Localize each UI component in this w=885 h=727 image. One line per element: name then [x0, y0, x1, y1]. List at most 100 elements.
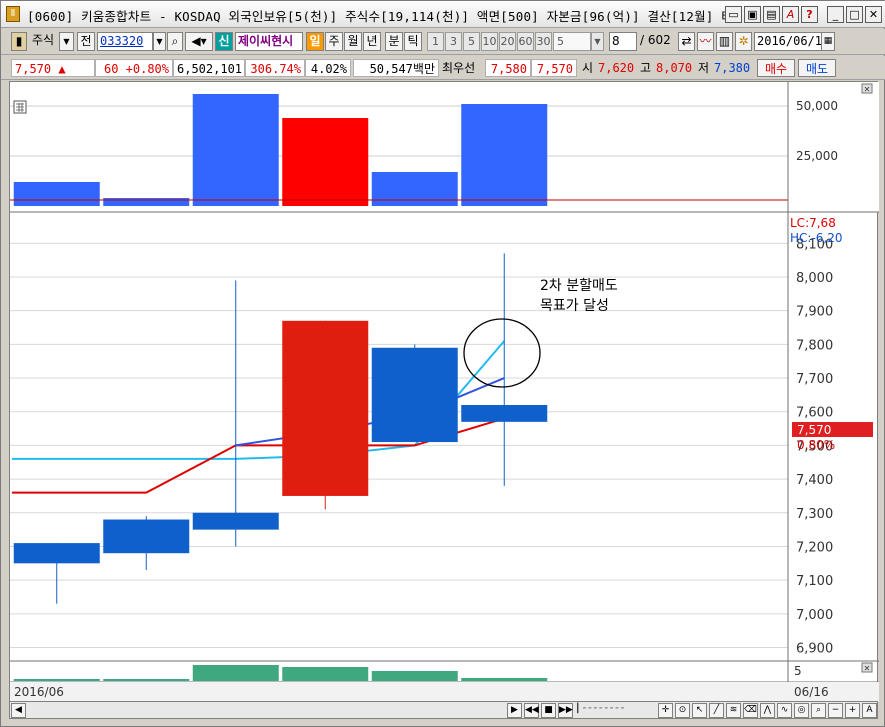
title-bar: Ⅱ [0600] 키움종합차트 - KOSDAQ 외국인보유[5(천)] 주식수…: [1, 1, 885, 28]
zoom-out-icon[interactable]: −: [828, 703, 843, 718]
menu-icon[interactable]: ▮: [11, 32, 27, 51]
candle-body: [282, 320, 369, 496]
maximize-button[interactable]: □: [846, 6, 863, 23]
market-select[interactable]: 주식: [29, 32, 57, 51]
candle-body: [13, 543, 100, 564]
stock-name: 제이씨현시: [235, 32, 303, 51]
crosshair-icon[interactable]: ✛: [658, 703, 673, 718]
fib-icon[interactable]: ⋀: [760, 703, 775, 718]
market-dropdown-icon[interactable]: ▼: [59, 32, 74, 51]
lower-axis-tick: 5: [794, 664, 802, 678]
price-axis-tick: 7,100: [796, 574, 833, 589]
app-icon: Ⅱ: [6, 6, 20, 22]
upper-axis-tick: 25,000: [796, 149, 838, 163]
count-total: / 602: [640, 33, 671, 47]
price-axis-tick: 7,000: [796, 608, 833, 623]
turnover-rate: 4.02%: [305, 59, 351, 77]
help-icon[interactable]: ?: [801, 6, 818, 23]
zoom-in-icon[interactable]: +: [845, 703, 860, 718]
interval-10[interactable]: 10: [481, 32, 498, 51]
search-icon[interactable]: ⌕: [167, 32, 183, 51]
stock-code-input[interactable]: 033320: [97, 32, 153, 51]
price-axis-tick: 6,900: [796, 642, 833, 657]
draw-line-icon[interactable]: ╱: [709, 703, 724, 718]
text-tool-icon[interactable]: A: [862, 703, 877, 718]
candle-body: [461, 405, 548, 422]
wave-icon[interactable]: ∿: [777, 703, 792, 718]
chart-scrollbar[interactable]: ◀ ▶ ◀◀ ■ ▶▶ ┃╶╶╶╶╶╶╶╶ ✛ ⊙ ↖ ╱ ≋ ⌫ ⋀ ∿ ◎ …: [9, 701, 878, 719]
foreign-bar: [103, 198, 190, 206]
chart-area[interactable]: 50,000 25,000 ✕ 8,100 8,000 7,900 7,800 7,700…: [9, 81, 879, 702]
period-tab-month[interactable]: 월: [344, 32, 362, 51]
price-axis-tick: 7,200: [796, 540, 833, 555]
camera-icon[interactable]: ◎: [794, 703, 809, 718]
best-quote-label: 최우선: [442, 61, 476, 75]
quote-bar: 7,570 ▲ 60 +0.80% 6,502,101 306.74% 4.02…: [1, 56, 885, 80]
volume: 6,502,101: [173, 59, 245, 77]
settings-icon[interactable]: ✲: [735, 32, 752, 51]
chart-window: Ⅱ [0600] 키움종합차트 - KOSDAQ 외국인보유[5(천)] 주식수…: [0, 0, 885, 727]
price-chart[interactable]: 50,00025,000 ✕ 8,1008,0007,9007,8007,700…: [10, 82, 879, 702]
interval-60[interactable]: 60: [517, 32, 534, 51]
period-tab-minute[interactable]: 분: [385, 32, 403, 51]
pattern-icon[interactable]: ≋: [726, 703, 741, 718]
font-icon[interactable]: A: [782, 6, 799, 23]
scroll-right-icon[interactable]: ▶: [507, 703, 522, 718]
period-tab-tick[interactable]: 틱: [404, 32, 422, 51]
foreign-bar: [192, 94, 279, 206]
period-tab-week[interactable]: 주: [325, 32, 343, 51]
interval-select[interactable]: 5: [553, 32, 591, 51]
eraser-icon[interactable]: ⌫: [743, 703, 758, 718]
print-icon[interactable]: ▤: [763, 6, 780, 23]
interval-30[interactable]: 30: [535, 32, 552, 51]
rewind-icon[interactable]: ◀◀: [524, 703, 539, 718]
high-price: 8,070: [656, 61, 693, 75]
speaker-icon[interactable]: ◀▾: [185, 32, 213, 51]
stop-icon[interactable]: ■: [541, 703, 556, 718]
all-toggle[interactable]: 전: [77, 32, 95, 51]
calendar-icon[interactable]: ▦: [821, 32, 835, 51]
window-layout2-icon[interactable]: ▣: [744, 6, 761, 23]
indicator-icon[interactable]: 〰: [697, 32, 714, 51]
sell-button[interactable]: 매도: [798, 59, 836, 77]
lower-bar: [282, 667, 369, 681]
minimize-button[interactable]: _: [827, 6, 844, 23]
upper-axis-tick: 50,000: [796, 99, 838, 113]
foreign-bar: [13, 182, 100, 206]
price-axis-tick: 7,800: [796, 338, 833, 353]
close-button[interactable]: ✕: [865, 6, 882, 23]
interval-5[interactable]: 5: [463, 32, 480, 51]
interval-dropdown-icon[interactable]: ▼: [591, 32, 604, 51]
candle-body: [371, 347, 458, 443]
scroll-left-icon[interactable]: ◀: [11, 703, 26, 718]
candle-body: [103, 519, 190, 554]
low-label: 저: [698, 61, 710, 75]
pin-icon[interactable]: ⊙: [675, 703, 690, 718]
interval-1[interactable]: 1: [427, 32, 444, 51]
price-axis-tick: 7,600: [796, 406, 833, 421]
last-price-value: 7,570: [797, 423, 831, 437]
window-layout-icon[interactable]: ▭: [725, 6, 742, 23]
period-tab-year[interactable]: 년: [363, 32, 381, 51]
svg-text:✕: ✕: [864, 664, 871, 673]
magnify-icon[interactable]: ⌕: [811, 703, 826, 718]
interval-20[interactable]: 20: [499, 32, 516, 51]
refresh-icon[interactable]: ⇄: [678, 32, 695, 51]
forward-icon[interactable]: ▶▶: [558, 703, 573, 718]
open-label: 시: [582, 61, 594, 75]
date-input[interactable]: 2016/06/16: [754, 32, 822, 51]
count-input[interactable]: 8: [609, 32, 637, 51]
zoom-slider[interactable]: ┃╶╶╶╶╶╶╶╶: [575, 703, 655, 718]
lc-label: LC:7,68: [790, 216, 836, 230]
code-dropdown-icon[interactable]: ▼: [153, 32, 166, 51]
cursor-icon[interactable]: ↖: [692, 703, 707, 718]
price-axis-tick: 7,700: [796, 372, 833, 387]
foreign-bar: [282, 118, 369, 206]
interval-3[interactable]: 3: [445, 32, 462, 51]
price-change: 60 +0.80%: [95, 59, 173, 77]
lower-bar: [192, 665, 279, 681]
period-tab-day[interactable]: 일: [306, 32, 324, 51]
lower-bar: [371, 671, 458, 681]
buy-button[interactable]: 매수: [757, 59, 795, 77]
save-icon[interactable]: ▥: [716, 32, 733, 51]
